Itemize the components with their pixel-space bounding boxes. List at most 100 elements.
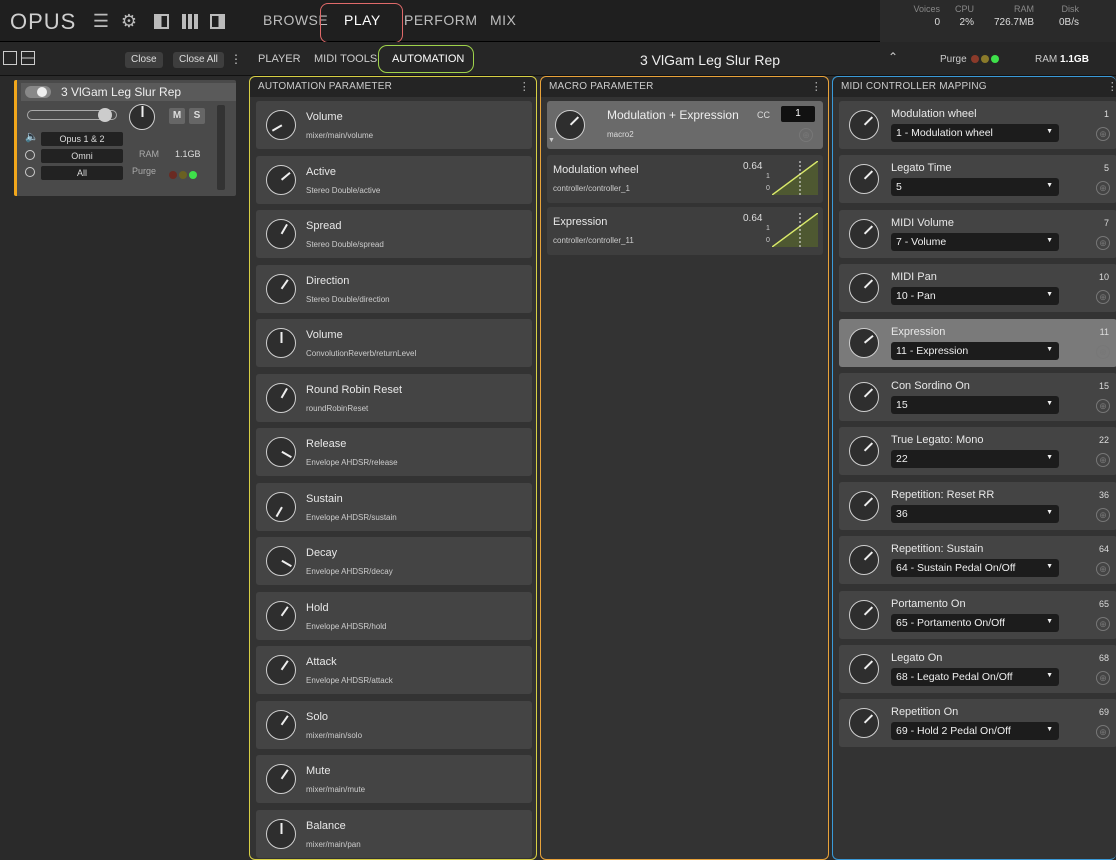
- globe-icon[interactable]: ⊕: [1096, 344, 1110, 359]
- param-knob[interactable]: [266, 328, 296, 358]
- tab-player[interactable]: PLAYER: [258, 53, 301, 65]
- mapping-knob[interactable]: [849, 654, 879, 684]
- globe-icon[interactable]: ⊕: [1096, 616, 1110, 631]
- midi-mapping-item[interactable]: Legato Time 5 5 ▼ ⊕: [839, 155, 1116, 204]
- instrument-card[interactable]: 3 VlGam Leg Slur Rep M S 🔈 Opus 1 & 2 Om…: [14, 80, 236, 196]
- globe-icon[interactable]: ⊕: [1096, 235, 1110, 250]
- midi-mapping-item[interactable]: Expression 11 11 - Expression ▼ ⊕: [839, 318, 1116, 367]
- automation-item[interactable]: Attack Envelope AHDSR/attack: [256, 646, 532, 694]
- automation-item[interactable]: Hold Envelope AHDSR/hold: [256, 591, 532, 640]
- globe-icon[interactable]: ⊕: [1096, 453, 1110, 468]
- response-curve[interactable]: [772, 213, 818, 247]
- automation-item[interactable]: Solo mixer/main/solo: [256, 700, 532, 749]
- param-knob[interactable]: [266, 546, 296, 576]
- param-knob[interactable]: [266, 491, 296, 522]
- tab-automation[interactable]: AUTOMATION: [392, 53, 464, 65]
- param-knob[interactable]: [266, 164, 296, 195]
- midi-mapping-item[interactable]: Repetition: Sustain 64 64 - Sustain Peda…: [839, 536, 1116, 585]
- midi-mapping-item[interactable]: Con Sordino On 15 15 ▼ ⊕: [839, 373, 1116, 421]
- pan-knob[interactable]: [129, 104, 155, 130]
- menu-icon[interactable]: ☰: [90, 11, 112, 31]
- tab-mix[interactable]: MIX: [490, 12, 516, 28]
- split-view-icon[interactable]: [21, 51, 35, 65]
- purge-control[interactable]: Purge: [940, 54, 1000, 65]
- cc-select[interactable]: 65 - Portamento On/Off ▼: [891, 613, 1059, 632]
- param-knob[interactable]: [266, 273, 296, 304]
- macro-target-item[interactable]: Expression controller/controller_11 0.64…: [547, 207, 823, 255]
- param-knob[interactable]: [266, 382, 296, 413]
- automation-item[interactable]: Sustain Envelope AHDSR/sustain: [256, 482, 532, 531]
- tab-play[interactable]: PLAY: [344, 12, 381, 28]
- macro-item[interactable]: Modulation + Expression macro2 CC 1 ⊕ ▼: [547, 101, 823, 149]
- macro-knob[interactable]: [555, 110, 585, 140]
- tab-midi-tools[interactable]: MIDI TOOLS: [314, 53, 377, 65]
- midi-mapping-item[interactable]: Repetition On 69 69 - Hold 2 Pedal On/Of…: [839, 699, 1116, 748]
- mapping-knob[interactable]: [849, 708, 879, 739]
- midi-mapping-item[interactable]: Portamento On 65 65 - Portamento On/Off ▼…: [839, 590, 1116, 639]
- cc-input[interactable]: 1: [781, 106, 815, 122]
- mapping-knob[interactable]: [849, 382, 879, 412]
- globe-icon[interactable]: ⊕: [799, 128, 813, 142]
- mapping-knob[interactable]: [849, 327, 879, 358]
- gear-icon[interactable]: ⚙: [118, 11, 140, 31]
- globe-icon[interactable]: ⊕: [1096, 507, 1110, 522]
- param-knob[interactable]: [266, 655, 296, 685]
- cc-select[interactable]: 69 - Hold 2 Pedal On/Off ▼: [891, 722, 1059, 741]
- cc-select[interactable]: 15 ▼: [891, 396, 1059, 414]
- automation-item[interactable]: Active Stereo Double/active: [256, 155, 532, 204]
- purge-leds[interactable]: [167, 166, 197, 184]
- automation-item[interactable]: Round Robin Reset roundRobinReset: [256, 373, 532, 422]
- midi-mapping-item[interactable]: Modulation wheel 1 1 - Modulation wheel ▼…: [839, 101, 1116, 149]
- globe-icon[interactable]: ⊕: [1096, 290, 1110, 305]
- close-all-button[interactable]: Close All: [173, 52, 224, 68]
- midi-channel-select[interactable]: All: [41, 166, 123, 180]
- tab-browse[interactable]: BROWSE: [263, 12, 328, 28]
- midi-mapping-item[interactable]: Repetition: Reset RR 36 36 ▼ ⊕: [839, 481, 1116, 530]
- automation-item[interactable]: Mute mixer/main/mute: [256, 755, 532, 803]
- automation-item[interactable]: Spread Stereo Double/spread: [256, 210, 532, 258]
- cc-select[interactable]: 5 ▼: [891, 178, 1059, 197]
- param-knob[interactable]: [266, 818, 296, 849]
- close-button[interactable]: Close: [125, 52, 163, 68]
- cc-select[interactable]: 7 - Volume ▼: [891, 232, 1059, 251]
- automation-item[interactable]: Volume mixer/main/volume: [256, 101, 532, 149]
- cc-select[interactable]: 36 ▼: [891, 504, 1059, 523]
- automation-menu-icon[interactable]: ⋮: [519, 80, 530, 93]
- expand-icon[interactable]: ▼: [548, 137, 555, 144]
- macro-menu-icon[interactable]: ⋮: [811, 80, 822, 93]
- automation-item[interactable]: Release Envelope AHDSR/release: [256, 428, 532, 476]
- globe-icon[interactable]: ⊕: [1096, 725, 1110, 740]
- cc-select[interactable]: 11 - Expression ▼: [891, 341, 1059, 360]
- cc-select[interactable]: 10 - Pan ▼: [891, 287, 1059, 306]
- midi-input-select[interactable]: Omni: [41, 149, 123, 163]
- globe-icon[interactable]: ⊕: [1096, 181, 1110, 196]
- volume-slider[interactable]: [27, 108, 117, 122]
- output-select[interactable]: Opus 1 & 2: [41, 132, 123, 146]
- midi-mapping-item[interactable]: MIDI Pan 10 10 - Pan ▼ ⊕: [839, 264, 1116, 313]
- param-knob[interactable]: [266, 764, 296, 794]
- mapping-knob[interactable]: [849, 218, 879, 249]
- automation-item[interactable]: Balance mixer/main/pan: [256, 809, 532, 858]
- automation-item[interactable]: Volume ConvolutionReverb/returnLevel: [256, 319, 532, 367]
- mapping-knob[interactable]: [849, 436, 879, 467]
- tab-perform[interactable]: PERFORM: [404, 12, 478, 28]
- sidebar-icon[interactable]: [208, 12, 226, 30]
- param-knob[interactable]: [266, 219, 296, 249]
- single-view-icon[interactable]: [3, 51, 17, 65]
- cc-select[interactable]: 64 - Sustain Pedal On/Off ▼: [891, 559, 1059, 578]
- midi-mapping-item[interactable]: Legato On 68 68 - Legato Pedal On/Off ▼ ⊕: [839, 645, 1116, 693]
- mapping-knob[interactable]: [849, 110, 879, 140]
- param-knob[interactable]: [266, 110, 296, 140]
- automation-item[interactable]: Decay Envelope AHDSR/decay: [256, 537, 532, 585]
- more-icon[interactable]: ⋮: [230, 52, 242, 66]
- solo-button[interactable]: S: [189, 108, 205, 124]
- cc-select[interactable]: 22 ▼: [891, 450, 1059, 469]
- power-toggle[interactable]: [25, 86, 51, 98]
- mapping-knob[interactable]: [849, 599, 879, 630]
- globe-icon[interactable]: ⊕: [1096, 671, 1110, 685]
- panel-icon[interactable]: [152, 12, 170, 30]
- param-knob[interactable]: [266, 600, 296, 631]
- automation-item[interactable]: Direction Stereo Double/direction: [256, 264, 532, 313]
- globe-icon[interactable]: ⊕: [1096, 562, 1110, 577]
- mapping-knob[interactable]: [849, 490, 879, 521]
